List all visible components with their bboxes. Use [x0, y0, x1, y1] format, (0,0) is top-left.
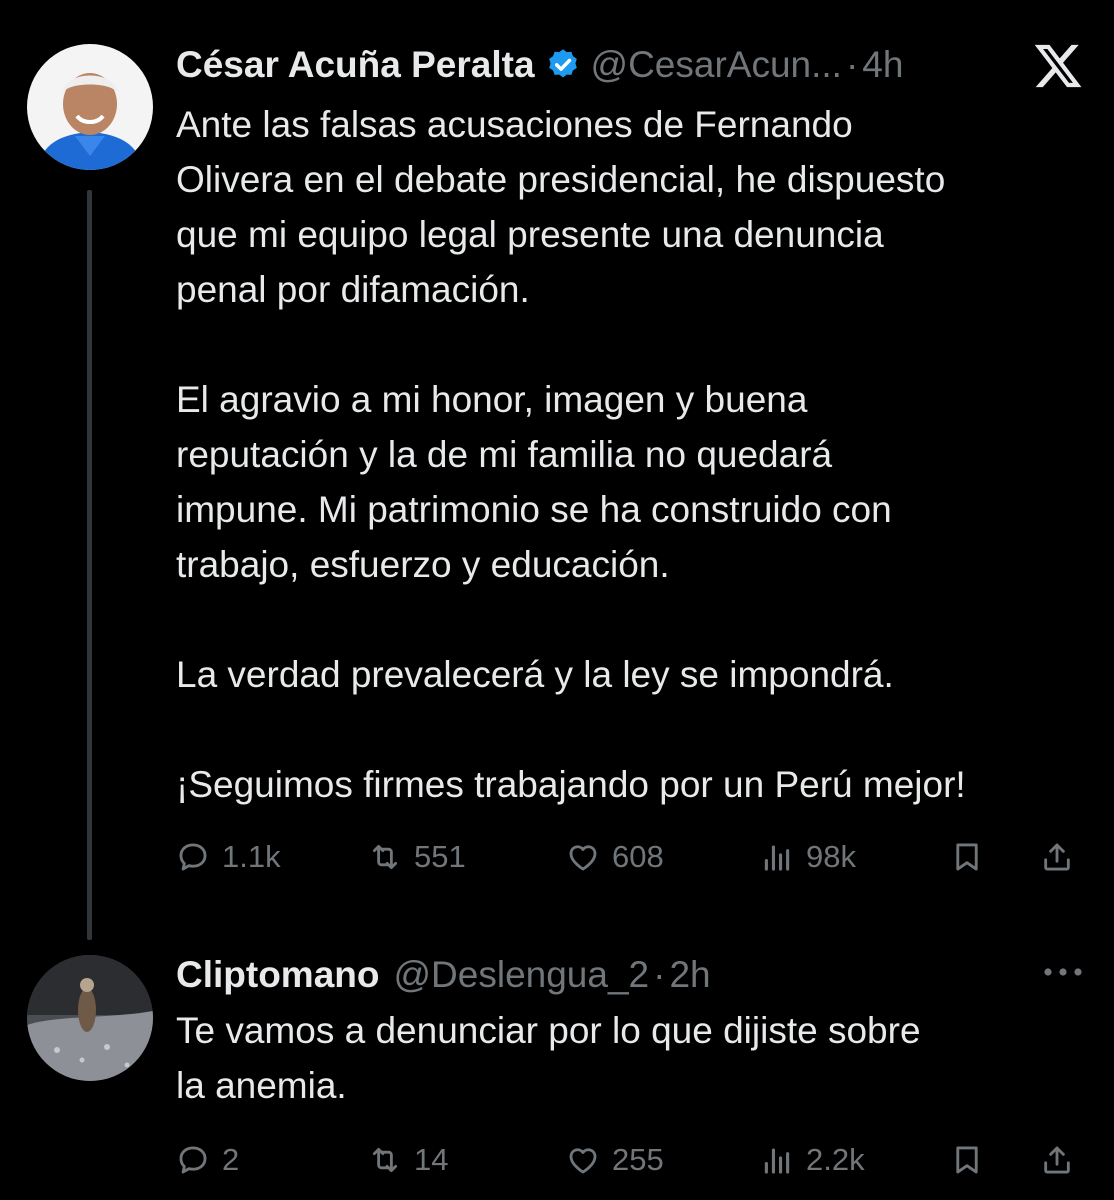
reply-count: 1.1k: [222, 839, 281, 874]
bookmark-button[interactable]: [950, 832, 984, 882]
reply-icon: [179, 843, 207, 871]
thread-connector-line: [87, 190, 92, 940]
bookmark-icon: [956, 1146, 978, 1174]
timestamp[interactable]: 4h: [862, 40, 903, 90]
author-name[interactable]: César Acuña Peralta: [176, 40, 535, 90]
repost-icon: [372, 844, 398, 870]
like-button[interactable]: 255: [566, 1135, 664, 1185]
bookmark-icon: [956, 843, 978, 871]
tweet-actions: 1.1k 551 608 98k: [176, 832, 1086, 882]
tweet-text: Te vamos a denunciar por lo que dijiste …: [176, 1010, 921, 1106]
reply-button[interactable]: 1.1k: [176, 832, 281, 882]
more-options-icon[interactable]: [1042, 962, 1084, 982]
repost-count: 14: [414, 1142, 449, 1177]
heart-icon: [569, 1148, 597, 1174]
repost-button[interactable]: 551: [368, 832, 466, 882]
views-icon: [764, 845, 790, 871]
separator-dot: ·: [845, 44, 859, 85]
x-logo-icon[interactable]: [1032, 40, 1084, 92]
avatar-image: [27, 44, 153, 170]
author-handle[interactable]: @CesarAcun...: [591, 40, 842, 90]
views-count: 2.2k: [806, 1142, 865, 1177]
views-icon: [764, 1148, 790, 1174]
reply-count: 2: [222, 1142, 240, 1177]
tweet-actions: 2 14 255 2.2k: [176, 1135, 1086, 1185]
like-count: 608: [612, 839, 664, 874]
timestamp[interactable]: 2h: [669, 950, 710, 1000]
tweet-text: Ante las falsas acusaciones de Fernando …: [176, 104, 966, 805]
bookmark-button[interactable]: [950, 1135, 984, 1185]
author-handle[interactable]: @Deslengua_2: [393, 950, 649, 1000]
separator-dot: ·: [653, 954, 666, 995]
reply-icon: [179, 1146, 207, 1174]
avatar[interactable]: [27, 44, 153, 170]
share-icon: [1044, 843, 1070, 871]
avatar-image: [27, 955, 153, 1081]
tweet-main[interactable]: César Acuña Peralta @CesarAcun... · 4h A…: [0, 0, 1114, 940]
share-icon: [1044, 1146, 1070, 1174]
tweet-header: César Acuña Peralta @CesarAcun... · 4h: [176, 40, 903, 90]
views-count: 98k: [806, 839, 856, 874]
repost-count: 551: [414, 839, 466, 874]
repost-icon: [372, 1147, 398, 1173]
author-name[interactable]: Cliptomano: [176, 950, 379, 1000]
like-count: 255: [612, 1142, 664, 1177]
views-button[interactable]: 98k: [760, 832, 856, 882]
heart-icon: [569, 845, 597, 871]
share-button[interactable]: [1040, 832, 1074, 882]
share-button[interactable]: [1040, 1135, 1074, 1185]
reply-button[interactable]: 2: [176, 1135, 239, 1185]
repost-button[interactable]: 14: [368, 1135, 448, 1185]
verified-badge-icon: [548, 49, 577, 78]
avatar[interactable]: [27, 955, 153, 1081]
views-button[interactable]: 2.2k: [760, 1135, 865, 1185]
like-button[interactable]: 608: [566, 832, 664, 882]
tweet-header: Cliptomano @Deslengua_2 · 2h: [176, 950, 711, 1000]
